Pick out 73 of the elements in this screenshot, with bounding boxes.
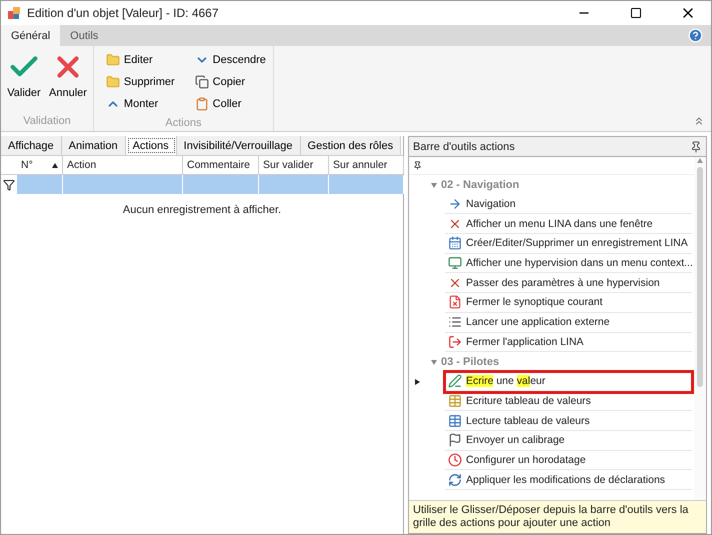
action-item[interactable]: Créer/Editer/Supprimer un enregistrement LINA [445, 234, 692, 254]
column-header[interactable]: Sur valider [259, 156, 329, 174]
ribbon-button[interactable]: Copier [192, 72, 268, 91]
ribbon-button[interactable]: Valider [5, 48, 43, 113]
filter-cell[interactable] [17, 175, 63, 194]
ribbon-button[interactable]: Descendre [192, 50, 268, 69]
filter-cell[interactable] [183, 175, 259, 194]
pen-icon [448, 374, 462, 388]
editor-tab[interactable]: Animation [62, 136, 126, 155]
action-item[interactable]: Ecriture tableau de valeurs [445, 392, 692, 412]
window-title: Edition d'un objet [Valeur] - ID: 4667 [27, 6, 220, 20]
app-icon [7, 6, 21, 20]
flag-icon [448, 433, 462, 448]
action-item[interactable]: Passer des paramètres à une hypervision [445, 273, 692, 294]
clock-icon [448, 452, 462, 467]
column-header[interactable]: N° [17, 156, 63, 174]
ribbon-button[interactable]: Monter [104, 94, 177, 113]
pin-icon[interactable] [690, 140, 702, 152]
filter-cell[interactable] [63, 175, 183, 194]
arrow-right-icon [448, 197, 462, 212]
calendar-icon [448, 236, 462, 250]
table-icon [448, 414, 462, 428]
panel-title: Barre d'outils actions [413, 140, 515, 152]
ribbon-button[interactable]: Supprimer [104, 72, 177, 91]
pin-icon [413, 161, 422, 170]
collapse-icon[interactable] [693, 115, 705, 127]
group-header[interactable]: 03 - Pilotes [425, 352, 506, 372]
ribbon-button[interactable]: Coller [192, 94, 268, 113]
exit-icon [448, 334, 462, 349]
ribbon-button[interactable]: Editer [104, 50, 177, 69]
column-header[interactable]: Commentaire [183, 156, 259, 174]
action-item[interactable]: Envoyer un calibrage [445, 430, 692, 451]
empty-message: Aucun enregistrement à afficher. [122, 203, 282, 216]
editor-tab[interactable]: Actions [126, 136, 177, 155]
refresh-icon [448, 472, 462, 487]
filter-cell[interactable] [259, 175, 329, 194]
file-icon [448, 295, 462, 310]
clipboard-icon [194, 96, 209, 110]
column-header[interactable]: Action [63, 156, 183, 174]
editor-tab[interactable]: Invisibilité/Verrouillage [176, 136, 301, 155]
row-indicator-icon [414, 378, 420, 385]
action-item[interactable]: Lecture tableau de valeurs [445, 411, 692, 431]
expand-icon [431, 359, 437, 366]
group-label: Actions [164, 116, 202, 131]
ribbon-tab[interactable]: Outils [60, 25, 108, 46]
action-item[interactable]: Fermer l'application LINA [445, 332, 692, 352]
filter-icon[interactable] [3, 178, 15, 190]
maximize-icon [630, 7, 642, 19]
editor-tab[interactable]: Affichage [1, 136, 62, 155]
hint-text: Utiliser le Glisser/Déposer depuis la barre d'outils vers la grille des actions pour ajouter une action [409, 500, 706, 533]
monitor-icon [448, 256, 462, 270]
action-item[interactable]: Navigation [445, 194, 692, 214]
action-item[interactable]: Afficher une hypervision dans un menu context... [445, 254, 692, 274]
action-item[interactable]: Configurer un horodatage [445, 450, 692, 470]
group-label: Validation [22, 114, 72, 129]
table-icon [448, 394, 462, 408]
help-icon[interactable] [688, 28, 703, 43]
folder-icon [106, 52, 120, 66]
action-item[interactable]: Fermer le synoptique courant [445, 293, 692, 313]
folder-icon [106, 74, 120, 88]
expand-icon [431, 182, 437, 188]
action-item[interactable]: Lancer une application externe [445, 312, 692, 332]
action-item[interactable]: Afficher un menu LINA dans une fenêtre [445, 214, 692, 234]
sort-icon [52, 162, 58, 168]
column-header[interactable]: Sur annuler [329, 156, 404, 174]
editor-tab[interactable]: Gestion des rôles [300, 136, 402, 155]
list-icon [448, 315, 462, 330]
ribbon-button[interactable]: Annuler [47, 48, 89, 113]
action-item[interactable]: Appliquer les modifications de déclarations [445, 470, 692, 490]
filter-cell[interactable] [329, 175, 404, 194]
group-header[interactable]: 02 - Navigation [425, 175, 526, 195]
ribbon-tab[interactable]: Général [1, 25, 60, 46]
copy-icon [194, 74, 209, 88]
